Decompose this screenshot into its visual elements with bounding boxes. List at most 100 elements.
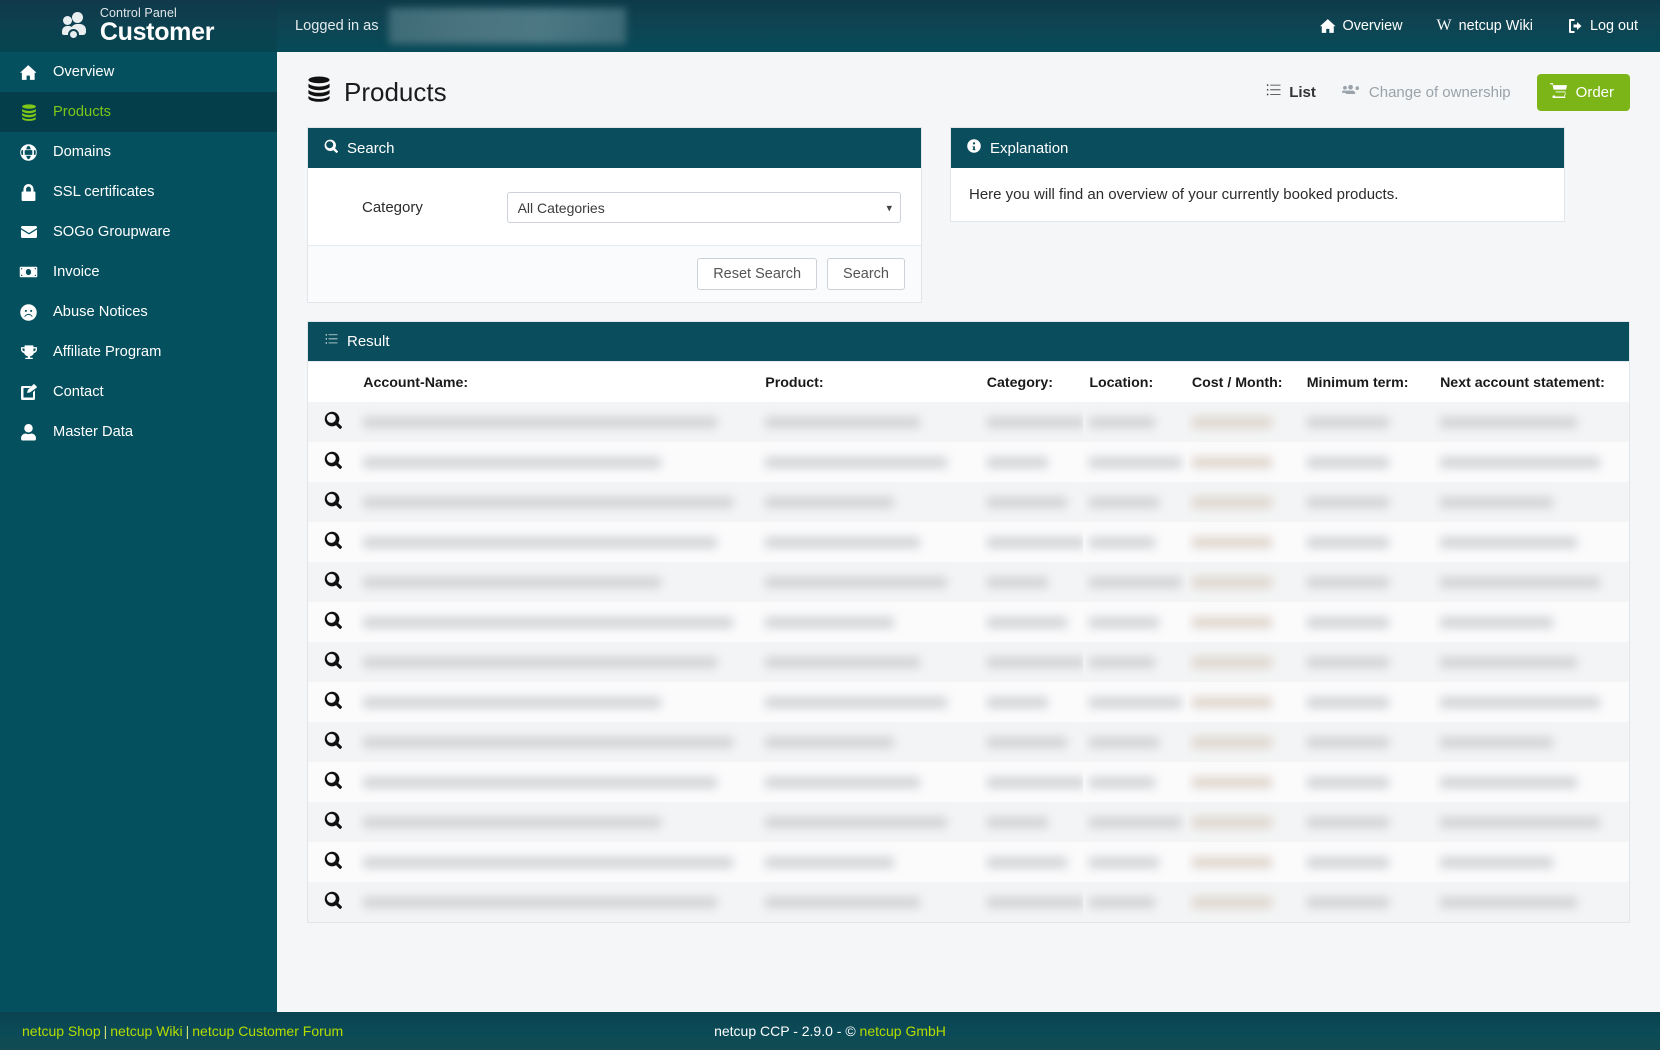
magnifier-icon: [324, 491, 342, 514]
cell-minimum-term: [1301, 802, 1434, 842]
magnifier-icon: [324, 851, 342, 874]
cell-account-name: [357, 562, 759, 602]
row-detail-button[interactable]: [308, 882, 357, 922]
reset-search-button[interactable]: Reset Search: [697, 258, 818, 290]
sidebar-item-invoice[interactable]: Invoice: [0, 252, 277, 292]
cell-category: [981, 522, 1084, 562]
table-header-row: Account-Name: Product: Category: Locatio…: [308, 361, 1629, 402]
result-panel-header: Result: [308, 322, 1629, 361]
col-product: Product:: [759, 361, 981, 402]
cell-next-account-statement: [1434, 682, 1629, 722]
logged-in-label: Logged in as: [295, 18, 379, 34]
cell-cost-per-month: [1186, 722, 1301, 762]
cell-location: [1083, 482, 1186, 522]
row-detail-button[interactable]: [308, 522, 357, 562]
row-detail-button[interactable]: [308, 482, 357, 522]
result-section: Result Account-Name: Product: Category: …: [277, 303, 1660, 923]
sidebar-label-ssl-certificates: SSL certificates: [53, 184, 155, 200]
cell-product: [759, 442, 981, 482]
row-detail-button[interactable]: [308, 682, 357, 722]
logged-in-block: Logged in as: [277, 8, 626, 44]
brand-logo[interactable]: Control Panel Customer: [0, 0, 277, 52]
row-detail-button[interactable]: [308, 722, 357, 762]
table-row[interactable]: [308, 722, 1629, 762]
sidebar-item-affiliate-program[interactable]: Affiliate Program: [0, 332, 277, 372]
cell-product: [759, 882, 981, 922]
sidebar-item-products[interactable]: Products: [0, 92, 277, 132]
col-next-account-statement: Next account statement:: [1434, 361, 1629, 402]
row-detail-button[interactable]: [308, 442, 357, 482]
cell-minimum-term: [1301, 882, 1434, 922]
col-minimum-term: Minimum term:: [1300, 361, 1435, 402]
change-of-ownership-button[interactable]: Change of ownership: [1342, 83, 1511, 102]
cell-location: [1083, 842, 1186, 882]
row-detail-button[interactable]: [308, 602, 357, 642]
table-row[interactable]: [308, 442, 1629, 482]
row-detail-button[interactable]: [308, 402, 357, 442]
row-detail-button[interactable]: [308, 802, 357, 842]
sidebar-item-master-data[interactable]: Master Data: [0, 412, 277, 452]
cell-next-account-statement: [1434, 442, 1629, 482]
row-detail-button[interactable]: [308, 762, 357, 802]
col-location: Location:: [1083, 361, 1186, 402]
category-select[interactable]: All Categories: [506, 192, 901, 223]
cell-next-account-statement: [1434, 522, 1629, 562]
magnifier-icon: [324, 451, 342, 474]
table-row[interactable]: [308, 522, 1629, 562]
topnav-overview[interactable]: Overview: [1319, 18, 1402, 34]
search-panel-header: Search: [308, 128, 921, 168]
cell-minimum-term: [1301, 442, 1434, 482]
topnav-logout[interactable]: Log out: [1567, 18, 1638, 34]
cell-account-name: [357, 682, 759, 722]
cell-product: [759, 482, 981, 522]
sidebar-item-contact[interactable]: Contact: [0, 372, 277, 412]
category-select-wrap: All Categories ▾: [506, 192, 901, 223]
cell-product: [759, 602, 981, 642]
row-detail-button[interactable]: [308, 562, 357, 602]
cell-category: [981, 562, 1084, 602]
sidebar-item-abuse-notices[interactable]: Abuse Notices: [0, 292, 277, 332]
table-row[interactable]: [308, 762, 1629, 802]
cell-next-account-statement: [1434, 562, 1629, 602]
table-row[interactable]: [308, 842, 1629, 882]
cell-cost-per-month: [1186, 402, 1301, 442]
cell-next-account-statement: [1434, 482, 1629, 522]
cell-product: [759, 722, 981, 762]
table-row[interactable]: [308, 802, 1629, 842]
row-detail-button[interactable]: [308, 642, 357, 682]
table-row[interactable]: [308, 402, 1629, 442]
search-button[interactable]: Search: [827, 258, 905, 290]
cell-minimum-term: [1301, 682, 1434, 722]
table-row[interactable]: [308, 642, 1629, 682]
cell-product: [759, 402, 981, 442]
sidebar-item-overview[interactable]: Overview: [0, 52, 277, 92]
row-detail-button[interactable]: [308, 842, 357, 882]
cell-category: [981, 842, 1084, 882]
cell-product: [759, 642, 981, 682]
table-row[interactable]: [308, 682, 1629, 722]
top-bar: Control Panel Customer Logged in as Over…: [0, 0, 1660, 52]
sidebar-item-domains[interactable]: Domains: [0, 132, 277, 172]
magnifier-icon: [324, 651, 342, 674]
cell-location: [1083, 722, 1186, 762]
table-row[interactable]: [308, 562, 1629, 602]
table-row[interactable]: [308, 882, 1629, 922]
list-button[interactable]: List: [1265, 83, 1316, 102]
topnav-wiki-label: netcup Wiki: [1458, 18, 1533, 34]
cell-category: [981, 482, 1084, 522]
table-row[interactable]: [308, 602, 1629, 642]
table-row[interactable]: [308, 482, 1629, 522]
cell-account-name: [357, 842, 759, 882]
magnifier-icon: [324, 771, 342, 794]
page-header: Products List Change of ownership Order: [277, 52, 1660, 127]
topnav-netcup-wiki[interactable]: W netcup Wiki: [1436, 17, 1533, 35]
sidebar-item-sogo-groupware[interactable]: SOGo Groupware: [0, 212, 277, 252]
sidebar-item-ssl-certificates[interactable]: SSL certificates: [0, 172, 277, 212]
cell-next-account-statement: [1434, 722, 1629, 762]
frown-face-icon: [19, 303, 38, 321]
cell-account-name: [357, 442, 759, 482]
footer-link-netcup-gmbh[interactable]: netcup GmbH: [860, 1023, 946, 1039]
order-button[interactable]: Order: [1536, 74, 1630, 111]
cell-cost-per-month: [1186, 482, 1301, 522]
cell-category: [981, 642, 1084, 682]
